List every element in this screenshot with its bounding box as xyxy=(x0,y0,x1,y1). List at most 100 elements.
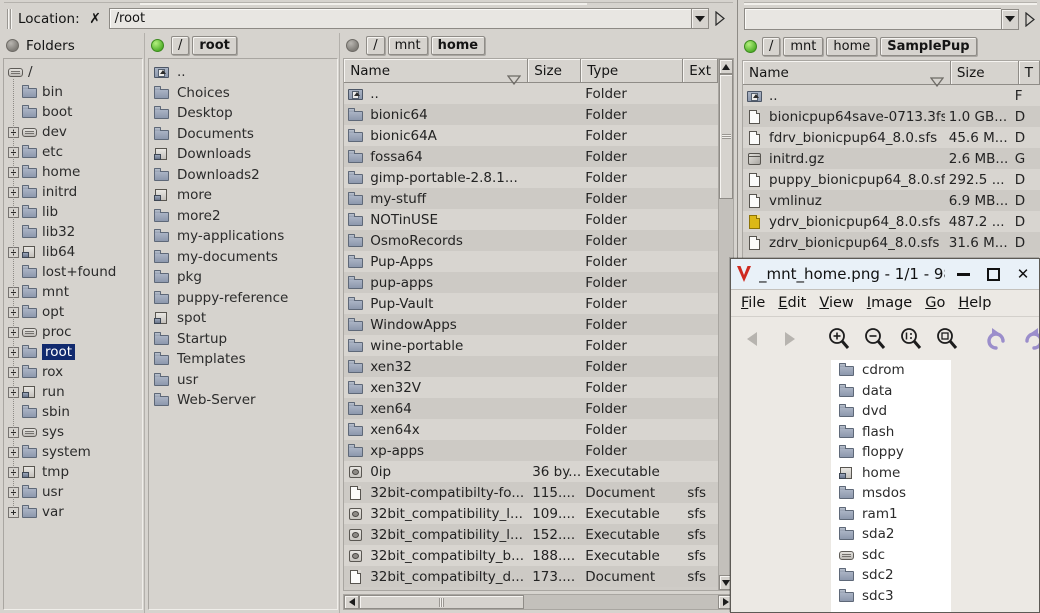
tree-item-lib[interactable]: lib xyxy=(4,202,142,222)
minimize-button[interactable] xyxy=(951,263,975,285)
rotate-right-icon[interactable] xyxy=(1019,325,1039,353)
table-row[interactable]: bionicpup64save-0713.3fs 1.0 GB... D xyxy=(743,106,1040,127)
tree-item-lib32[interactable]: lib32 xyxy=(4,222,142,242)
table-row[interactable]: initrd.gz 2.6 MB... G xyxy=(743,148,1040,169)
table-row[interactable]: 32bit-compatibilty-fo... 115.... Document s… xyxy=(344,482,718,503)
table-row[interactable]: 0ip 36 by... Executable xyxy=(344,461,718,482)
tree-item-bin[interactable]: bin xyxy=(4,82,142,102)
home-horizontal-scrollbar[interactable] xyxy=(343,594,734,610)
list-item[interactable]: more xyxy=(149,185,337,206)
column-header-type[interactable]: Type xyxy=(581,59,684,83)
tree-item-boot[interactable]: boot xyxy=(4,102,142,122)
breadcrumb-mnt[interactable]: mnt xyxy=(387,36,428,55)
list-item[interactable]: spot xyxy=(149,308,337,329)
tree-item-tmp[interactable]: tmp xyxy=(4,462,142,482)
folder-tree[interactable]: / bin boot dev etc home initrd lib lib32 lib64 los… xyxy=(3,58,143,610)
root-file-list[interactable]: .. Choices Desktop Documents Downloads Downlo… xyxy=(147,58,339,610)
table-row[interactable]: xen64x Folder xyxy=(344,419,718,440)
next-icon[interactable] xyxy=(775,325,803,353)
menu-help[interactable]: Help xyxy=(958,295,991,311)
column-header-name[interactable]: Name xyxy=(344,59,529,85)
table-row[interactable]: bionic64 Folder xyxy=(344,104,718,125)
list-item[interactable]: pkg xyxy=(149,267,337,288)
list-item[interactable]: more2 xyxy=(149,206,337,227)
list-item[interactable]: Web-Server xyxy=(149,390,337,411)
toolbar-grip[interactable] xyxy=(6,8,14,30)
table-row[interactable]: OsmoRecords Folder xyxy=(344,230,718,251)
tree-item-etc[interactable]: etc xyxy=(4,142,142,162)
hscroll-track[interactable] xyxy=(359,595,718,609)
table-row[interactable]: xen32V Folder xyxy=(344,377,718,398)
tree-item-var[interactable]: var xyxy=(4,502,142,522)
tree-item-sbin[interactable]: sbin xyxy=(4,402,142,422)
table-row[interactable]: xen32 Folder xyxy=(344,356,718,377)
table-row[interactable]: fdrv_bionicpup64_8.0.sfs 45.6 M... D xyxy=(743,127,1040,148)
list-item[interactable]: Choices xyxy=(149,83,337,104)
tree-item-dev[interactable]: dev xyxy=(4,122,142,142)
hscroll-thumb[interactable] xyxy=(359,595,525,609)
table-row[interactable]: Pup-Apps Folder xyxy=(344,251,718,272)
tree-item-sys[interactable]: sys xyxy=(4,422,142,442)
zoom-out-icon[interactable] xyxy=(861,325,889,353)
list-item[interactable]: usr xyxy=(149,370,337,391)
column-header-t[interactable]: T xyxy=(1018,61,1040,85)
tree-item-opt[interactable]: opt xyxy=(4,302,142,322)
tree-item-initrd[interactable]: initrd xyxy=(4,182,142,202)
samplepup-go-button[interactable] xyxy=(1022,9,1038,30)
menu-image[interactable]: Image xyxy=(867,295,912,311)
zoom-in-icon[interactable] xyxy=(825,325,853,353)
menu-edit[interactable]: Edit xyxy=(778,295,806,311)
table-row[interactable]: 32bit_compatibilty_d... 173.... Document sf… xyxy=(344,566,718,587)
breadcrumb-root[interactable]: / xyxy=(762,36,781,56)
viewer-titlebar[interactable]: _mnt_home.png - 1/1 - 98 ✕ xyxy=(731,259,1039,290)
tree-item-home[interactable]: home xyxy=(4,162,142,182)
list-item[interactable]: Downloads xyxy=(149,144,337,165)
table-row[interactable]: xen64 Folder xyxy=(344,398,718,419)
breadcrumb-root[interactable]: / xyxy=(170,36,190,55)
breadcrumb-home[interactable]: home xyxy=(430,36,486,55)
samplepup-rows[interactable]: .. Fbionicpup64save-0713.3fs 1.0 GB... Dfdr… xyxy=(743,85,1040,262)
maximize-button[interactable] xyxy=(981,263,1005,285)
tree-item-rox[interactable]: rox xyxy=(4,362,142,382)
breadcrumb-root[interactable]: root xyxy=(192,36,237,55)
table-row[interactable]: gimp-portable-2.8.1... Folder xyxy=(344,167,718,188)
breadcrumb-root[interactable]: / xyxy=(366,36,385,55)
tree-item-run[interactable]: run xyxy=(4,382,142,402)
list-item[interactable]: puppy-reference xyxy=(149,288,337,309)
table-row[interactable]: Pup-Vault Folder xyxy=(344,293,718,314)
tree-item-lost-found[interactable]: lost+found xyxy=(4,262,142,282)
table-row[interactable]: zdrv_bionicpup64_8.0.sfs 31.6 M... D xyxy=(743,232,1040,253)
tree-item-usr[interactable]: usr xyxy=(4,482,142,502)
menu-go[interactable]: Go xyxy=(925,295,945,311)
table-row[interactable]: 32bit_compatibility_l... 109.... Executabl… xyxy=(344,503,718,524)
location-go-button[interactable] xyxy=(712,8,728,29)
list-item[interactable]: my-applications xyxy=(149,226,337,247)
scroll-thumb[interactable] xyxy=(719,74,733,199)
rotate-left-icon[interactable] xyxy=(983,325,1011,353)
zoom-normal-icon[interactable] xyxy=(897,325,925,353)
list-item[interactable]: Documents xyxy=(149,124,337,145)
table-row[interactable]: ydrv_bionicpup64_8.0.sfs 487.2 ... D xyxy=(743,211,1040,232)
location-input[interactable]: /root xyxy=(108,8,691,29)
location-dropdown-button[interactable] xyxy=(691,8,709,29)
scroll-left-button[interactable] xyxy=(344,595,360,609)
viewer-canvas[interactable]: cdrom data dvd flash floppy home msdos ram1 sda2… xyxy=(731,360,1039,612)
tree-item-root[interactable]: root xyxy=(4,342,142,362)
menu-view[interactable]: View xyxy=(819,295,853,311)
table-row[interactable]: wine-portable Folder xyxy=(344,335,718,356)
tree-item--[interactable]: / xyxy=(4,62,142,82)
table-row[interactable]: WindowApps Folder xyxy=(344,314,718,335)
zoom-fit-icon[interactable] xyxy=(933,325,961,353)
column-header-name[interactable]: Name xyxy=(743,61,951,87)
list-item[interactable]: Desktop xyxy=(149,103,337,124)
tree-item-system[interactable]: system xyxy=(4,442,142,462)
close-button[interactable]: ✕ xyxy=(1011,263,1035,285)
table-row[interactable]: puppy_bionicpup64_8.0.sfs 292.5 ... D xyxy=(743,169,1040,190)
scroll-up-button[interactable] xyxy=(719,59,733,74)
table-row[interactable]: NOTinUSE Folder xyxy=(344,209,718,230)
breadcrumb-mnt[interactable]: mnt xyxy=(783,36,824,56)
menu-file[interactable]: File xyxy=(741,295,765,311)
samplepup-location-dropdown[interactable] xyxy=(1001,8,1019,30)
tree-item-mnt[interactable]: mnt xyxy=(4,282,142,302)
column-header-ext[interactable]: Ext xyxy=(683,59,718,83)
